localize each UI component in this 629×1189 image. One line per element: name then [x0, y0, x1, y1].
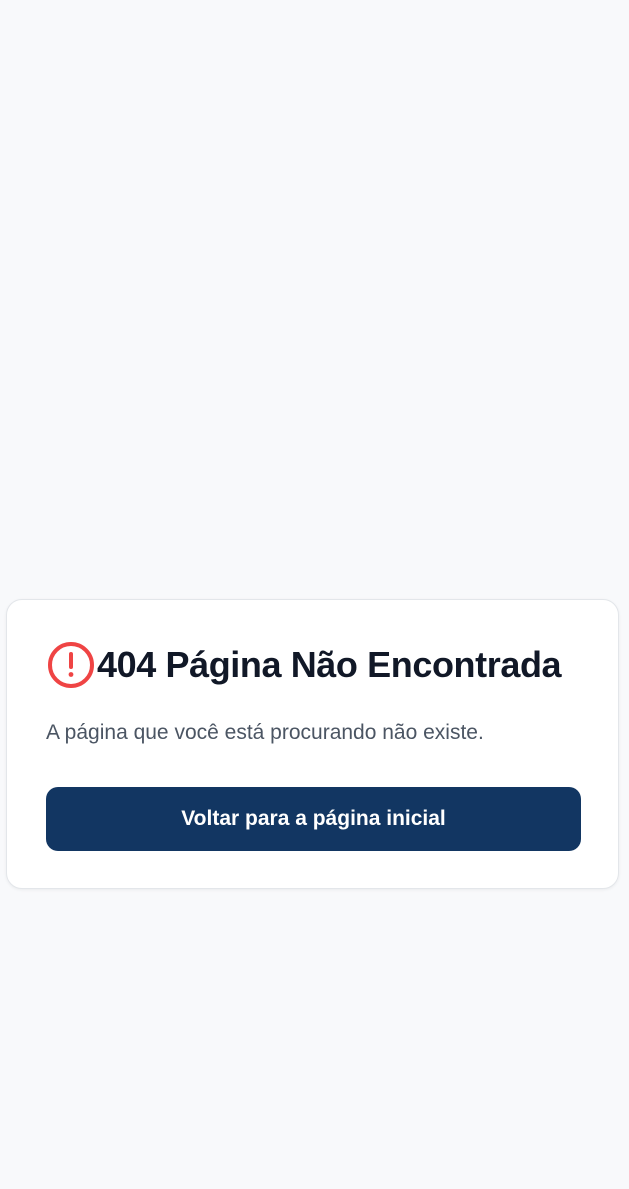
title-row: 404 Página Não Encontrada: [46, 640, 562, 690]
page: 404 Página Não Encontrada A página que v…: [0, 0, 629, 1189]
error-card: 404 Página Não Encontrada A página que v…: [6, 599, 619, 889]
error-message: A página que você está procurando não ex…: [46, 721, 484, 744]
alert-circle-icon: [46, 640, 96, 690]
home-button[interactable]: Voltar para a página inicial: [46, 787, 581, 851]
page-title: 404 Página Não Encontrada: [97, 644, 562, 685]
